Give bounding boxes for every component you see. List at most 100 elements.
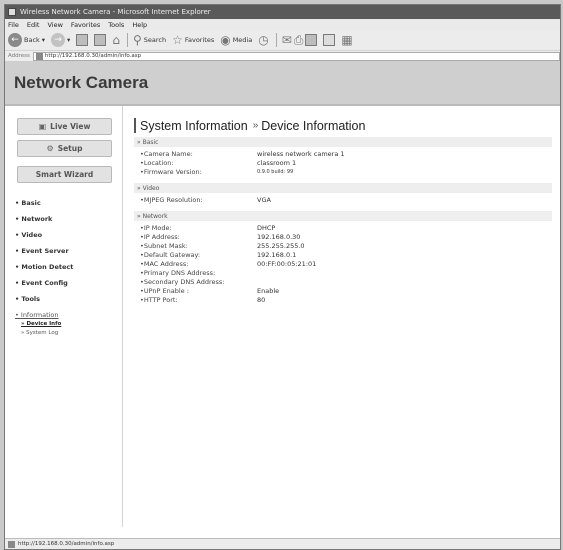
forward-arrow-icon: → — [51, 33, 66, 47]
info-value: wireless network camera 1 — [257, 149, 345, 158]
info-row: •UPnP Enable : Enable — [134, 286, 552, 295]
section-basic: •Camera Name: wireless network camera 1 … — [134, 147, 552, 180]
title-bar: Wireless Network Camera - Microsoft Inte… — [5, 5, 560, 19]
info-row: •MJPEG Resolution: VGA — [134, 195, 552, 204]
info-value: VGA — [257, 195, 271, 204]
main-panel: System Information » Device Information … — [123, 106, 560, 527]
info-label: •HTTP Port: — [140, 295, 178, 304]
section-network-header: » Network — [134, 211, 552, 221]
refresh-button[interactable] — [94, 34, 107, 46]
sidebar-item-motion-detect[interactable]: • Motion Detect — [15, 263, 122, 271]
status-bar: http://192.168.0.30/admin/info.asp — [5, 538, 560, 549]
media-icon: ◉ — [220, 33, 231, 47]
live-view-button[interactable]: ▣ Live View — [17, 118, 112, 135]
info-label: •Camera Name: — [140, 149, 193, 158]
info-row: •Default Gateway: 192.168.0.1 — [134, 250, 552, 259]
setup-button[interactable]: ⚙ Setup — [17, 140, 112, 157]
info-value: 192.168.0.30 — [257, 232, 301, 241]
info-row: •Subnet Mask: 255.255.255.0 — [134, 241, 552, 250]
home-button[interactable]: ⌂ — [112, 33, 120, 47]
info-value: 0.9.0 build: 99 — [257, 168, 294, 175]
info-row: •Camera Name: wireless network camera 1 — [134, 149, 552, 158]
forward-dropdown-icon: ▾ — [67, 36, 71, 44]
gear-icon: ⚙ — [46, 144, 54, 153]
sidebar-item-basic[interactable]: • Basic — [15, 199, 122, 207]
info-label: •MJPEG Resolution: — [140, 195, 203, 204]
edit-icon[interactable] — [305, 34, 318, 46]
discuss-icon[interactable] — [323, 34, 336, 46]
info-label: •Subnet Mask: — [140, 241, 188, 250]
subnav-system-log[interactable]: » System Log — [21, 330, 122, 336]
menu-edit[interactable]: Edit — [27, 21, 40, 29]
back-button[interactable]: ← Back ▾ — [8, 33, 45, 47]
info-label: •Location: — [140, 158, 174, 167]
section-network: •IP Mode: DHCP •IP Address: 192.168.0.30… — [134, 221, 552, 308]
menu-view[interactable]: View — [47, 21, 62, 29]
menu-tools[interactable]: Tools — [108, 21, 124, 29]
info-value: classroom 1 — [257, 158, 297, 167]
menu-favorites[interactable]: Favorites — [71, 21, 100, 29]
subnav-device-info[interactable]: » Device Info — [21, 321, 122, 327]
page-title: System Information » Device Information — [134, 118, 552, 133]
address-label: Address — [8, 53, 30, 59]
info-label: •Secondary DNS Address: — [140, 277, 225, 286]
star-icon: ☆ — [172, 33, 183, 47]
info-row: •IP Mode: DHCP — [134, 223, 552, 232]
print-icon[interactable]: ⎙ — [294, 33, 304, 48]
menu-file[interactable]: File — [8, 21, 19, 29]
info-value: 00:FF:00:05:21:01 — [257, 259, 317, 268]
page-status-icon — [8, 540, 15, 548]
info-value: Enable — [257, 286, 280, 295]
info-label: •IP Address: — [140, 232, 180, 241]
toolbar-divider-2 — [275, 33, 277, 47]
smart-wizard-label: Smart Wizard — [35, 170, 94, 179]
info-row: •MAC Address: 00:FF:00:05:21:01 — [134, 259, 552, 268]
sidebar-item-event-server[interactable]: • Event Server — [15, 247, 122, 255]
media-button[interactable]: ◉ Media — [220, 33, 252, 47]
info-row: •Location: classroom 1 — [134, 158, 552, 167]
sidebar-item-information[interactable]: • Information — [15, 311, 122, 319]
info-value: 192.168.0.1 — [257, 250, 297, 259]
status-text: http://192.168.0.30/admin/info.asp — [18, 541, 115, 547]
info-row: •Firmware Version: 0.9.0 build: 99 — [134, 167, 552, 176]
messenger-icon[interactable]: ▦ — [341, 33, 352, 47]
section-video-header: » Video — [134, 183, 552, 193]
search-button[interactable]: ⚲ Search — [133, 33, 166, 47]
info-label: •IP Mode: — [140, 223, 172, 232]
search-label: Search — [143, 36, 167, 44]
setup-label: Setup — [57, 144, 83, 153]
sidebar-item-network[interactable]: • Network — [15, 215, 122, 223]
menu-help[interactable]: Help — [132, 21, 147, 29]
favorites-label: Favorites — [184, 36, 215, 44]
info-label: •MAC Address: — [140, 259, 189, 268]
info-label: •Primary DNS Address: — [140, 268, 216, 277]
address-url: http://192.168.0.30/admin/info.asp — [44, 53, 142, 59]
info-row: •IP Address: 192.168.0.30 — [134, 232, 552, 241]
info-row: •HTTP Port: 80 — [134, 295, 552, 304]
forward-button[interactable]: → ▾ — [51, 33, 70, 47]
smart-wizard-button[interactable]: Smart Wizard — [17, 166, 112, 183]
info-row: •Primary DNS Address: — [134, 268, 552, 277]
sidebar-item-tools[interactable]: • Tools — [15, 295, 122, 303]
info-label: •Firmware Version: — [140, 167, 202, 176]
address-input[interactable]: http://192.168.0.30/admin/info.asp — [32, 51, 560, 61]
address-bar: Address http://192.168.0.30/admin/info.a… — [5, 51, 560, 62]
page-title-text: System Information — [140, 118, 248, 133]
window-title: Wireless Network Camera - Microsoft Inte… — [20, 8, 211, 16]
history-icon[interactable]: ◷ — [258, 33, 268, 47]
section-basic-header: » Basic — [134, 137, 552, 147]
page-subtitle: Device Information — [261, 118, 366, 133]
ie-icon — [8, 8, 16, 16]
sidebar: ▣ Live View ⚙ Setup Smart Wizard • Basic… — [5, 106, 123, 527]
heading-separator-icon: » — [252, 120, 259, 131]
sidebar-item-event-config[interactable]: • Event Config — [15, 279, 122, 287]
info-value: 80 — [257, 295, 266, 304]
camera-icon: ▣ — [38, 122, 47, 131]
menu-bar: File Edit View Favorites Tools Help — [5, 19, 560, 30]
sidebar-item-video[interactable]: • Video — [15, 231, 122, 239]
favorites-button[interactable]: ☆ Favorites — [172, 33, 214, 47]
section-video: •MJPEG Resolution: VGA — [134, 193, 552, 208]
info-row: •Secondary DNS Address: — [134, 277, 552, 286]
stop-button[interactable] — [76, 34, 89, 46]
mail-icon[interactable]: ✉ — [282, 33, 292, 47]
